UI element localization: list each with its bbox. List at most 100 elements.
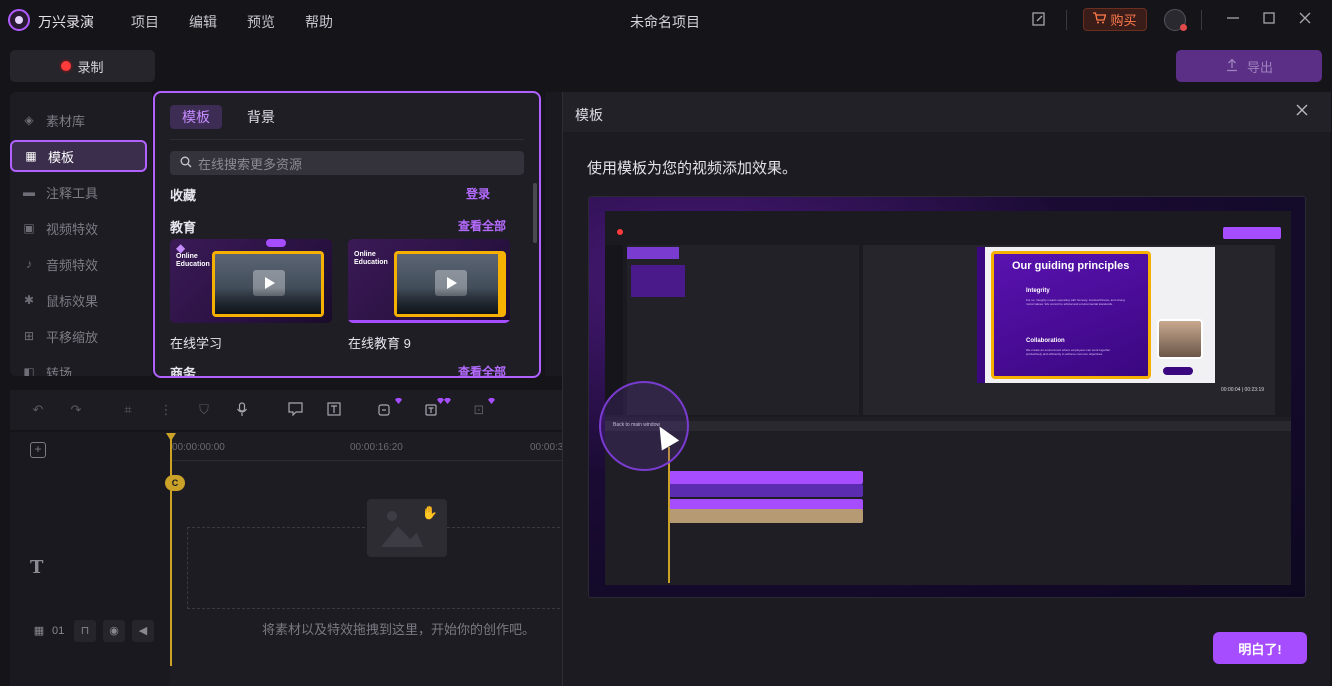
template-thumbnail[interactable]: Online Education (348, 239, 510, 323)
video-track-icon: ▦ (33, 625, 45, 637)
speaker-icon[interactable]: ◀ (132, 620, 154, 642)
thumbnail-screen (394, 251, 506, 317)
drag-hand-icon: ✋ (421, 505, 439, 520)
close-icon[interactable] (1293, 103, 1311, 121)
shield-icon[interactable]: ⛉ (196, 402, 212, 418)
tutorial-preview-image: Our guiding principles Integrity For us,… (588, 196, 1306, 598)
sidebar-item-transition[interactable]: ◧ 转场 (10, 356, 152, 376)
slide-title: Our guiding principles (1012, 260, 1130, 272)
edit-document-icon[interactable] (1030, 11, 1048, 29)
left-sidebar: ◈ 素材库 ▦ 模板 ▬ 注释工具 ▣ 视频特效 ♪ 音频特效 ✱ 鼠标效果 ⊞… (10, 92, 152, 376)
audio-effects-icon: ♪ (26, 257, 32, 271)
dialog-description: 使用模板为您的视频添加效果。 (587, 160, 798, 177)
tab-divider (170, 139, 524, 140)
login-link[interactable]: 登录 (466, 185, 490, 202)
preview-template-thumb (631, 265, 685, 297)
sidebar-item-annotation[interactable]: ▬ 注释工具 (10, 176, 152, 208)
template-guide-dialog: 模板 使用模板为您的视频添加效果。 Our guiding principles… (562, 92, 1331, 686)
search-icon (180, 156, 192, 171)
record-label: 录制 (77, 59, 104, 75)
thumbnail-mountain (215, 288, 321, 314)
close-window-icon[interactable] (1296, 11, 1314, 29)
slide-edge (977, 247, 985, 383)
sidebar-item-library[interactable]: ◈ 素材库 (10, 104, 152, 136)
presenter-thumbnail (1157, 319, 1203, 359)
preview-record-dot (617, 229, 623, 235)
cursor-effects-icon: ✱ (23, 293, 35, 307)
sidebar-item-pan-zoom[interactable]: ⊞ 平移缩放 (10, 320, 152, 352)
app-name: 万兴录演 (38, 14, 94, 30)
transition-icon: ◧ (23, 365, 35, 376)
thumbnail-bar-decor (348, 320, 510, 323)
upload-icon (1225, 58, 1239, 75)
add-track-icon[interactable]: + (30, 442, 46, 458)
preview-timecode: 00:00:04 | 00:23:19 (1221, 387, 1265, 393)
ruler-time: 00:00:00:00 (172, 442, 225, 453)
lock-icon[interactable]: ⊓ (74, 620, 96, 642)
eye-icon[interactable]: ◉ (103, 620, 125, 642)
sidebar-item-label: 注释工具 (46, 185, 99, 201)
slide-item-title: Collaboration (1026, 338, 1065, 344)
ruler-time: 00:00:3 (530, 442, 564, 453)
menu-preview[interactable]: 预览 (247, 12, 275, 32)
record-dot-icon (61, 61, 72, 71)
template-thumbnail[interactable]: Online Education ◆ (170, 239, 332, 323)
split-icon[interactable]: ⋮ (158, 402, 174, 418)
user-avatar[interactable] (1164, 9, 1187, 31)
menu-edit[interactable]: 编辑 (189, 12, 217, 32)
crop-icon[interactable]: ⌗ (120, 402, 136, 418)
tab-backgrounds[interactable]: 背景 (235, 105, 287, 129)
thumbnail-tab-decor (266, 239, 286, 247)
drop-hint: 将素材以及特效拖拽到这里，开始你的创作吧。 (262, 622, 536, 637)
sidebar-item-label: 模板 (48, 149, 75, 165)
search-placeholder: 在线搜索更多资源 (198, 156, 303, 172)
template-scrollbar[interactable] (533, 183, 537, 243)
minimize-icon[interactable] (1224, 11, 1242, 29)
preview-clip-frames (669, 484, 863, 497)
preview-timeline-toolbar (605, 421, 1291, 431)
sidebar-item-cursor-effects[interactable]: ✱ 鼠标效果 (10, 284, 152, 316)
buy-button[interactable]: 购买 (1083, 8, 1147, 31)
text-icon[interactable] (326, 402, 342, 418)
sticker-icon[interactable] (377, 402, 393, 418)
got-it-button[interactable]: 明白了! (1213, 632, 1307, 664)
sidebar-item-label: 视频特效 (46, 221, 99, 237)
text-to-speech-icon[interactable] (424, 402, 440, 418)
maximize-icon[interactable] (1260, 11, 1278, 29)
view-all-business-link[interactable]: 查看全部 (458, 363, 506, 376)
search-input[interactable]: 在线搜索更多资源 (170, 151, 524, 175)
pan-zoom-icon: ⊞ (23, 329, 35, 343)
preview-export-button (1223, 227, 1281, 239)
layers-icon: ◈ (24, 113, 34, 127)
preview-playhead (668, 447, 670, 583)
tab-templates[interactable]: 模板 (170, 105, 222, 129)
export-button[interactable]: 导出 (1176, 50, 1322, 82)
microphone-icon[interactable] (234, 402, 250, 418)
ruler-time: 00:00:16:20 (350, 442, 403, 453)
menu-project[interactable]: 项目 (131, 12, 159, 32)
template-label: 在线教育 9 (348, 336, 411, 351)
slide-card: Our guiding principles Integrity For us,… (991, 251, 1151, 379)
preview-video-clip (669, 509, 863, 523)
redo-icon[interactable]: ↷ (68, 402, 84, 418)
sidebar-item-video-effects[interactable]: ▣ 视频特效 (10, 212, 152, 244)
preview-app-window: Our guiding principles Integrity For us,… (599, 211, 1291, 585)
sidebar-item-label: 转场 (46, 365, 73, 377)
menu-help[interactable]: 帮助 (305, 12, 333, 32)
sidebar-item-label: 素材库 (46, 113, 86, 129)
sidebar-item-templates[interactable]: ▦ 模板 (10, 140, 147, 172)
preview-tab (627, 247, 679, 259)
sidebar-item-label: 平移缩放 (46, 329, 99, 345)
record-button[interactable]: 录制 (10, 50, 155, 82)
text-track-icon: T (30, 557, 44, 578)
sidebar-item-audio-effects[interactable]: ♪ 音频特效 (10, 248, 152, 280)
sidebar-item-label: 鼠标效果 (46, 293, 99, 309)
view-all-education-link[interactable]: 查看全部 (458, 217, 506, 234)
document-title: 未命名项目 (630, 14, 700, 30)
template-panel: 模板 背景 在线搜索更多资源 收藏 登录 教育 查看全部 Online Educ… (153, 91, 541, 378)
caption-icon[interactable] (287, 402, 303, 418)
avatar-portrait-icon[interactable]: ⊡ (471, 402, 487, 418)
playhead[interactable] (170, 434, 172, 666)
undo-icon[interactable]: ↶ (30, 402, 46, 418)
track-number: 01 (52, 625, 65, 637)
